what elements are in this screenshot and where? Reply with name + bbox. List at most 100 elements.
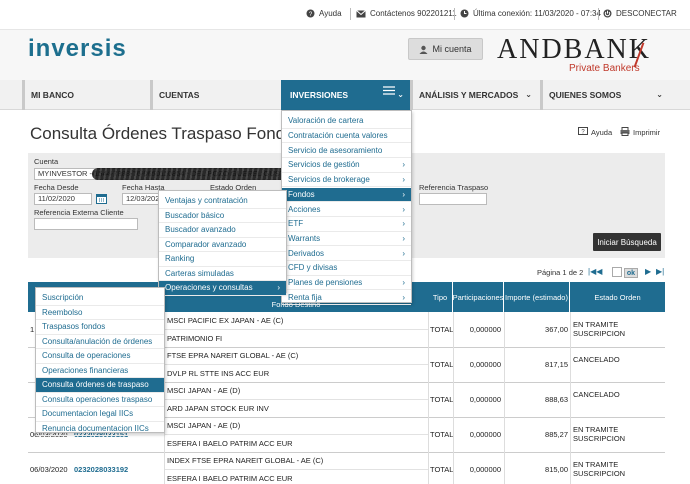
column-divider: [504, 312, 505, 484]
menu-inversiones-item[interactable]: Servicio de asesoramiento: [282, 143, 411, 159]
menu-fondos-item[interactable]: Carteras simuladas: [159, 267, 286, 281]
menu-inversiones-item[interactable]: Fondos ›: [282, 187, 411, 203]
date-from-input[interactable]: 11/02/2020: [34, 193, 92, 205]
contact-link[interactable]: Contáctenos 902201211: [356, 9, 457, 18]
menu-inversiones-item[interactable]: Planes de pensiones ›: [282, 276, 411, 291]
menu-operaciones-item[interactable]: Renuncia documentacion IICs: [36, 422, 164, 436]
menu-inversiones-item[interactable]: Renta fija ›: [282, 290, 411, 306]
transfer-ref-input[interactable]: [419, 193, 487, 205]
row-importe: 888,63: [545, 395, 568, 404]
row-estado: EN TRAMITE SUSCRIPCION: [573, 425, 626, 443]
row-importe: 885,27: [545, 430, 568, 439]
next-page-icon[interactable]: ▶: [645, 267, 651, 276]
print-link[interactable]: Imprimir: [620, 127, 660, 138]
andbank-subtitle: Private Bankers: [569, 63, 640, 74]
menu-inversiones-item[interactable]: Derivados ›: [282, 246, 411, 261]
calendar-icon[interactable]: [96, 193, 107, 206]
row-fondo-origen: INDEX FTSE EPRA NAREIT GLOBAL - AE (C): [167, 456, 324, 465]
fondos-submenu: Ventajas y contratación Buscador básico Bu…: [158, 190, 287, 296]
clock-icon: [460, 9, 469, 18]
menu-operaciones-item[interactable]: Consulta órdenes de traspaso: [36, 378, 164, 393]
help-link[interactable]: ? Ayuda: [306, 9, 342, 18]
column-divider: [453, 312, 454, 484]
menu-operaciones-item[interactable]: Traspasos fondos: [36, 320, 164, 335]
menu-inversiones-item[interactable]: Warrants ›: [282, 232, 411, 247]
andbank-logo: ANDBANK: [497, 34, 651, 65]
row-estado: EN TRAMITE SUSCRIPCION: [573, 320, 626, 338]
nav-mi-banco[interactable]: MI BANCO: [22, 80, 148, 110]
chevron-down-icon: ⌄: [525, 90, 532, 99]
row-importe: 367,00: [545, 325, 568, 334]
last-page-icon[interactable]: ▶|: [656, 267, 664, 276]
row-fondo-destino: ESFERA I BAELO PATRIM ACC EUR: [167, 474, 293, 483]
chevron-right-icon: ›: [402, 233, 405, 243]
nav-analisis[interactable]: ANÁLISIS Y MERCADOS ⌄: [410, 80, 538, 110]
chevron-right-icon: ›: [402, 248, 405, 258]
menu-inversiones-item[interactable]: Servicios de brokerage ›: [282, 173, 411, 188]
page-input[interactable]: [612, 267, 622, 277]
row-participaciones: 0,000000: [469, 465, 501, 474]
row-date: 06/03/2020: [30, 465, 68, 474]
menu-operaciones-item[interactable]: Consulta/anulación de órdenes: [36, 335, 164, 349]
operaciones-submenu: Suscripción Reembolso Traspasos fondos Cons…: [35, 287, 165, 436]
menu-inversiones-item[interactable]: Servicios de gestión ›: [282, 158, 411, 173]
chevron-right-icon: ›: [402, 175, 405, 185]
menu-operaciones-item[interactable]: Operaciones financieras: [36, 364, 164, 378]
row-estado: CANCELADO: [573, 355, 620, 364]
account-label: Cuenta: [34, 157, 59, 166]
menu-fondos-item[interactable]: Operaciones y consultas ›: [159, 281, 286, 296]
menu-inversiones-item[interactable]: CFD y divisas: [282, 261, 411, 276]
page-help-link[interactable]: ? Ayuda: [578, 127, 612, 137]
menu-inversiones-item[interactable]: Acciones ›: [282, 202, 411, 217]
menu-operaciones-item[interactable]: Reembolso: [36, 306, 164, 320]
first-page-icon[interactable]: |◀◀: [588, 267, 602, 276]
date-to-input[interactable]: 12/03/2020: [122, 193, 160, 205]
menu-inversiones-item[interactable]: ETF ›: [282, 217, 411, 232]
search-button[interactable]: Iniciar Búsqueda: [593, 233, 661, 251]
inversiones-menu: Valoración de cartera Contratación cuenta…: [281, 110, 412, 306]
row-tipo: TOTAL: [430, 395, 454, 404]
menu-inversiones-item[interactable]: Contratación cuenta valores: [282, 129, 411, 144]
nav-inversiones[interactable]: INVERSIONES ⌄: [281, 80, 410, 110]
power-icon: [603, 9, 612, 18]
pagination-label: Página 1 de 2: [537, 268, 584, 277]
menu-fondos-item[interactable]: Comparador avanzado: [159, 238, 286, 252]
row-date: 1: [30, 325, 35, 334]
col-importe: Importe (estimado): [504, 282, 570, 312]
menu-fondos-item[interactable]: Buscador básico: [159, 209, 286, 223]
last-login: Última conexión: 11/03/2020 - 07:34: [460, 9, 601, 18]
nav-quienes-somos[interactable]: QUIENES SOMOS ⌄: [540, 80, 669, 110]
chevron-right-icon: ›: [402, 278, 405, 288]
menu-operaciones-item[interactable]: Consulta de operaciones: [36, 349, 164, 364]
external-ref-input[interactable]: [34, 218, 138, 230]
menu-fondos-item[interactable]: Buscador avanzado: [159, 223, 286, 238]
logout-link[interactable]: DESCONECTAR: [603, 9, 677, 18]
row-tipo: TOTAL: [430, 465, 454, 474]
last-login-label: Última conexión: 11/03/2020 - 07:34: [473, 9, 601, 18]
menu-inversiones-item[interactable]: Valoración de cartera: [282, 114, 411, 129]
menu-operaciones-item[interactable]: Suscripción: [36, 291, 164, 306]
row-tipo: TOTAL: [430, 360, 454, 369]
chevron-down-icon: ⌄: [397, 90, 404, 99]
row-tipo: TOTAL: [430, 430, 454, 439]
mail-icon: [356, 9, 366, 18]
my-account-button[interactable]: Mi cuenta: [408, 38, 483, 60]
col-participaciones: Participaciones: [453, 282, 504, 312]
top-bar: ? Ayuda Contáctenos 902201211 Última con…: [0, 0, 690, 30]
nav-cuentas[interactable]: CUENTAS: [150, 80, 278, 110]
page-ok-button[interactable]: ok: [624, 268, 638, 278]
row-importe: 815,00: [545, 465, 568, 474]
row-tipo: TOTAL: [430, 325, 454, 334]
row-estado: EN TRAMITE SUSCRIPCION: [573, 460, 626, 478]
page-title: Consulta Órdenes Traspaso Fondos: [30, 124, 304, 143]
menu-operaciones-item[interactable]: Documentacion legal IICs: [36, 407, 164, 422]
chevron-right-icon: ›: [402, 219, 405, 229]
menu-operaciones-item[interactable]: Consulta operaciones traspaso: [36, 393, 164, 407]
menu-fondos-item[interactable]: Ranking: [159, 252, 286, 267]
column-divider: [570, 312, 571, 484]
row-reference-link[interactable]: 0232028033192: [74, 465, 128, 474]
chevron-down-icon: ⌄: [656, 90, 663, 99]
inversis-logo[interactable]: inversis: [28, 35, 127, 63]
menu-fondos-item[interactable]: Ventajas y contratación: [159, 194, 286, 209]
row-fondo-origen: MSCI JAPAN - AE (D): [167, 386, 241, 395]
